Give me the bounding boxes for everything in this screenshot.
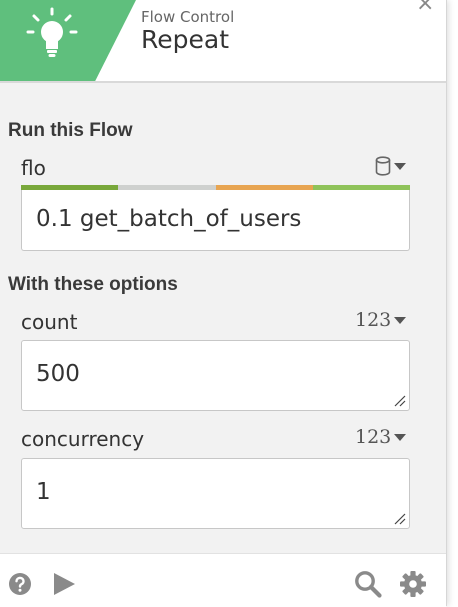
- panel-footer: [0, 553, 446, 607]
- chevron-down-icon: [394, 433, 407, 441]
- settings-icon[interactable]: [399, 570, 427, 598]
- concurrency-type-select[interactable]: 123: [355, 426, 407, 448]
- flo-label: flo: [21, 156, 46, 180]
- chevron-down-icon: [394, 162, 406, 170]
- step-panel: Flow Control Repeat × Run this Flow flo …: [0, 0, 447, 607]
- type-badge: 123: [355, 309, 392, 331]
- lightbulb-icon: [26, 7, 78, 57]
- count-input[interactable]: 500: [21, 340, 410, 411]
- header-subtitle: Flow Control: [141, 8, 235, 26]
- concurrency-value: 1: [36, 479, 51, 505]
- chevron-down-icon: [394, 316, 407, 324]
- run-section-title: Run this Flow: [8, 120, 133, 141]
- type-badge: 123: [355, 426, 392, 448]
- count-type-select[interactable]: 123: [355, 309, 407, 331]
- panel-header: Flow Control Repeat: [0, 0, 446, 83]
- database-icon: [375, 156, 391, 176]
- help-icon[interactable]: [8, 572, 32, 596]
- play-icon[interactable]: [52, 572, 76, 596]
- count-label: count: [21, 310, 78, 334]
- page-title: Repeat: [141, 25, 230, 54]
- close-icon[interactable]: ×: [416, 0, 434, 16]
- flo-type-select[interactable]: [375, 156, 406, 176]
- flo-input[interactable]: 0.1 get_batch_of_users: [21, 190, 410, 251]
- concurrency-input[interactable]: 1: [21, 458, 410, 529]
- options-section-title: With these options: [8, 274, 178, 295]
- count-value: 500: [36, 361, 80, 387]
- resize-grip-icon[interactable]: [394, 395, 406, 407]
- resize-grip-icon[interactable]: [394, 513, 406, 525]
- concurrency-label: concurrency: [21, 427, 145, 451]
- search-icon[interactable]: [354, 570, 382, 598]
